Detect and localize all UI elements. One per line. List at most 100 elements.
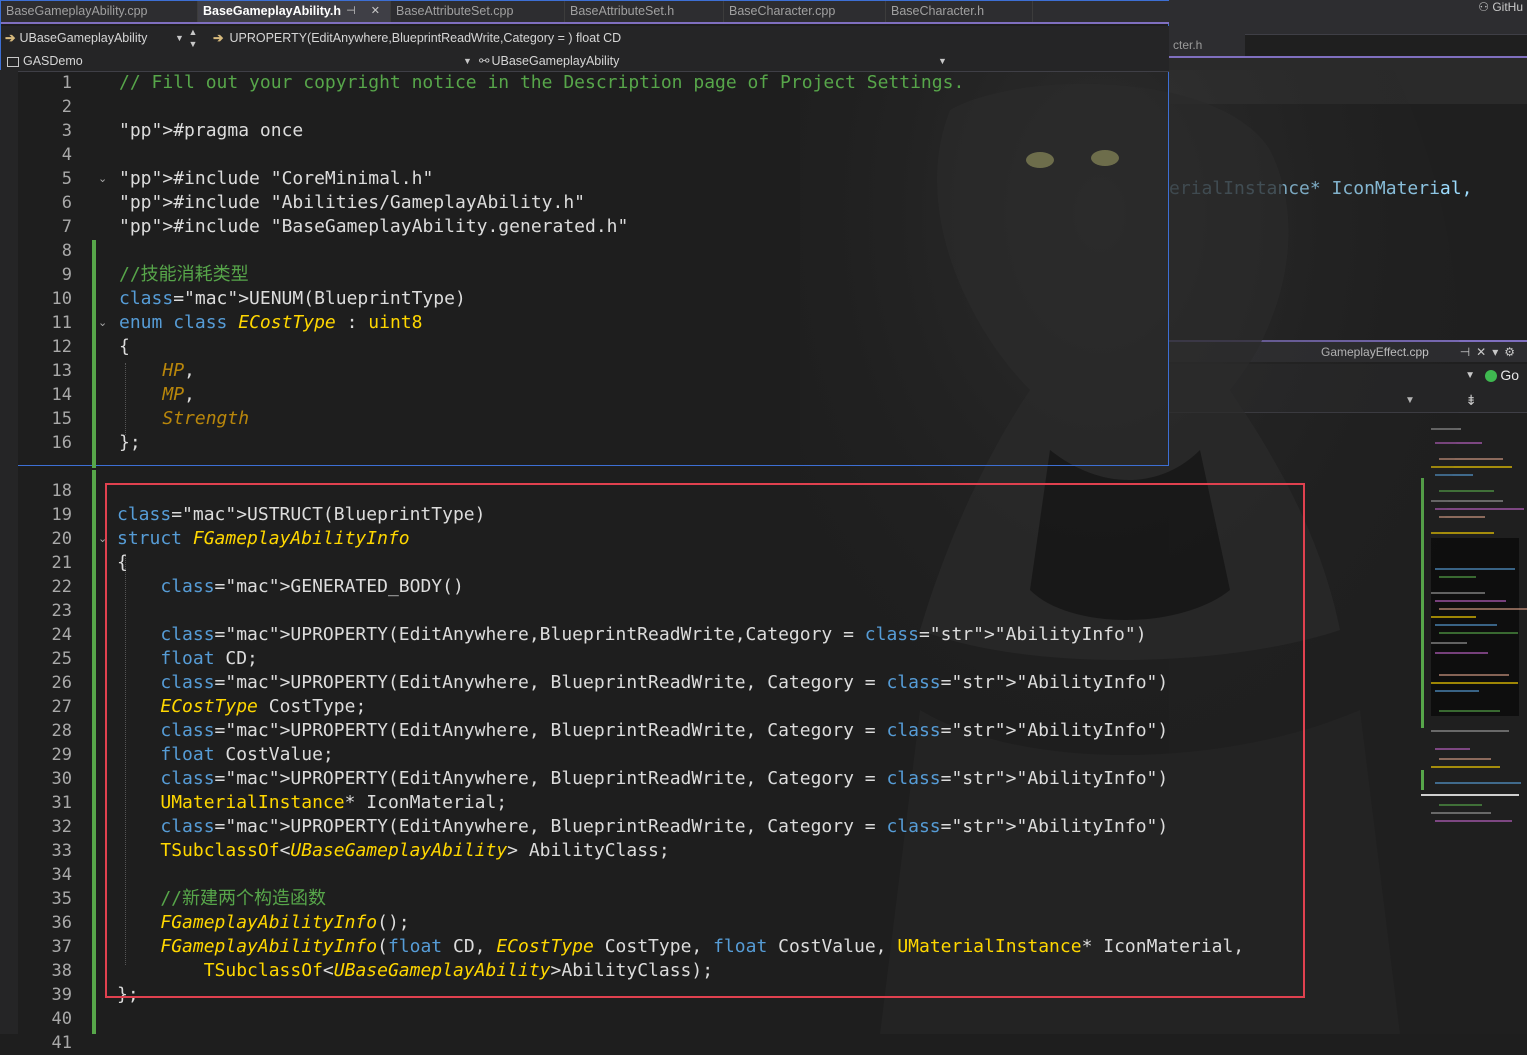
code-line[interactable]: 8 — [0, 239, 1527, 263]
code-line[interactable]: 10 class="mac">UENUM(BlueprintType) — [0, 287, 1527, 311]
code-line[interactable]: 7 "pp">#include "BaseGameplayAbility.gene… — [0, 215, 1527, 239]
fold-chevron-icon[interactable]: ⌄ — [98, 167, 107, 191]
code-text: FGameplayAbilityInfo(); — [160, 912, 410, 933]
code-text: struct FGameplayAbilityInfo — [117, 528, 410, 549]
tab-basegameplayability-cpp[interactable]: BaseGameplayAbility.cpp — [1, 1, 198, 22]
fold-chevron-icon[interactable]: ⌄ — [98, 311, 107, 335]
line-number: 8 — [61, 241, 72, 261]
code-line[interactable]: 5 ⌄ "pp">#include "CoreMinimal.h" — [0, 167, 1527, 191]
line-number: 41 — [51, 1033, 72, 1053]
code-line[interactable]: 3 "pp">#pragma once — [0, 119, 1527, 143]
code-line[interactable]: 21 { — [0, 551, 1527, 575]
tab-label: BaseAttributeSet.cpp — [396, 4, 514, 18]
code-text: class="mac">UPROPERTY(EditAnywhere,Bluep… — [160, 624, 1147, 645]
code-line[interactable]: 32 class="mac">UPROPERTY(EditAnywhere, B… — [0, 815, 1527, 839]
code-line[interactable]: 29 float CostValue; — [0, 743, 1527, 767]
code-line[interactable]: 4 — [0, 143, 1527, 167]
code-line[interactable]: 25 float CD; — [0, 647, 1527, 671]
project-selector[interactable]: GASDemo — [7, 51, 83, 71]
tab-baseattributeset-h[interactable]: BaseAttributeSet.h — [565, 1, 724, 22]
code-line[interactable]: 31 UMaterialInstance* IconMaterial; — [0, 791, 1527, 815]
code-line[interactable]: 36 FGameplayAbilityInfo(); — [0, 911, 1527, 935]
line-number: 28 — [51, 721, 72, 741]
code-text: //新建两个构造函数 — [117, 888, 327, 909]
code-line[interactable]: 24 class="mac">UPROPERTY(EditAnywhere,Bl… — [0, 623, 1527, 647]
line-number: 14 — [51, 385, 72, 405]
tab-bar: BaseGameplayAbility.cpp BaseGameplayAbil… — [1, 1, 1169, 24]
line-number: 9 — [61, 265, 72, 285]
member-selector[interactable]: ➔ UPROPERTY(EditAnywhere,BlueprintReadWri… — [213, 26, 621, 51]
code-line[interactable]: 34 — [0, 863, 1527, 887]
code-line[interactable]: 15 Strength — [0, 407, 1527, 431]
line-number: 30 — [51, 769, 72, 789]
code-line[interactable]: 6 "pp">#include "Abilities/GameplayAbilit… — [0, 191, 1527, 215]
code-text: UMaterialInstance* IconMaterial; — [160, 792, 508, 813]
line-number: 19 — [51, 505, 72, 525]
code-text: Strength — [162, 408, 250, 429]
code-line[interactable]: 12 { — [0, 335, 1527, 359]
code-line[interactable]: 16}; — [0, 431, 1527, 455]
code-text: }; — [119, 432, 141, 453]
code-line[interactable]: 38 TSubclassOf<UBaseGameplayAbility>Abil… — [0, 959, 1527, 983]
class-selector[interactable]: ➔ UBaseGameplayAbility — [1, 26, 186, 51]
tab-baseattributeset-cpp[interactable]: BaseAttributeSet.cpp — [391, 1, 565, 22]
tab-basecharacter-h[interactable]: BaseCharacter.h — [886, 1, 1033, 22]
code-line[interactable]: 2 — [0, 95, 1527, 119]
code-line[interactable]: 30 class="mac">UPROPERTY(EditAnywhere, B… — [0, 767, 1527, 791]
code-line[interactable]: 9 //技能消耗类型 — [0, 263, 1527, 287]
code-line[interactable]: 1 // Fill out your copyright notice in th… — [0, 71, 1527, 95]
code-line[interactable]: 41 — [0, 1031, 1527, 1055]
chevron-down-icon[interactable]: ▼ — [175, 26, 184, 51]
chevron-down-icon[interactable]: ▼ — [938, 51, 947, 71]
code-line[interactable]: 11 ⌄ enum class ECostType : uint8 — [0, 311, 1527, 335]
scope-selector[interactable]: ⚯ UBaseGameplayAbility — [479, 51, 619, 71]
line-number: 18 — [51, 481, 72, 501]
tab-label: BaseCharacter.cpp — [729, 4, 836, 18]
github-button[interactable]: ⚇ GitHu — [1478, 0, 1523, 14]
line-number: 34 — [51, 865, 72, 885]
code-text: TSubclassOf<UBaseGameplayAbility> Abilit… — [160, 840, 670, 861]
tab-basecharacter-cpp[interactable]: BaseCharacter.cpp — [724, 1, 886, 22]
code-text: //技能消耗类型 — [119, 264, 249, 285]
spinner-icon[interactable]: ▲ ▼ — [187, 26, 199, 50]
line-number: 11 — [51, 313, 72, 333]
code-text: enum class ECostType : uint8 — [119, 312, 423, 333]
code-line[interactable]: 22 class="mac">GENERATED_BODY() — [0, 575, 1527, 599]
line-number: 24 — [51, 625, 72, 645]
code-line[interactable]: 28 class="mac">UPROPERTY(EditAnywhere, B… — [0, 719, 1527, 743]
code-line[interactable]: 39}; — [0, 983, 1527, 1007]
code-editor[interactable]: 1 // Fill out your copyright notice in th… — [0, 71, 1527, 1053]
code-text: MP, — [162, 384, 195, 405]
code-line[interactable]: 37 FGameplayAbilityInfo(float CD, ECostT… — [0, 935, 1527, 959]
scope-label: UBaseGameplayAbility — [491, 54, 620, 68]
code-line[interactable]: 18 — [0, 479, 1527, 503]
code-text: ECostType CostType; — [160, 696, 367, 717]
arrow-icon: ➔ — [5, 31, 16, 45]
code-text: float CD; — [160, 648, 258, 669]
code-line[interactable]: 35 //新建两个构造函数 — [0, 887, 1527, 911]
code-line[interactable]: 20 ⌄ struct FGameplayAbilityInfo — [0, 527, 1527, 551]
code-line[interactable]: 40 — [0, 1007, 1527, 1031]
arrow-icon: ➔ — [213, 31, 224, 45]
code-line[interactable]: 13 HP, — [0, 359, 1527, 383]
chevron-down-icon[interactable]: ▼ — [463, 51, 472, 71]
code-line[interactable]: 27 ECostType CostType; — [0, 695, 1527, 719]
line-number: 3 — [61, 121, 72, 141]
code-line[interactable]: 19 class="mac">USTRUCT(BlueprintType) — [0, 503, 1527, 527]
code-line[interactable]: 14 MP, — [0, 383, 1527, 407]
code-line[interactable]: 26 class="mac">UPROPERTY(EditAnywhere, B… — [0, 671, 1527, 695]
tab-basegameplayability-h[interactable]: BaseGameplayAbility.h ⊣ ✕ — [198, 1, 391, 22]
line-number: 38 — [51, 961, 72, 981]
pin-close-icons[interactable]: ⊣ ✕ — [346, 1, 386, 22]
code-text: FGameplayAbilityInfo(float CD, ECostType… — [160, 936, 1245, 957]
line-number: 22 — [51, 577, 72, 597]
code-line[interactable]: 23 — [0, 599, 1527, 623]
line-number: 31 — [51, 793, 72, 813]
code-line[interactable]: 33 TSubclassOf<UBaseGameplayAbility> Abi… — [0, 839, 1527, 863]
scope-bar: GASDemo ▼ ⚯ UBaseGameplayAbility ▼ — [1, 51, 1169, 72]
project-icon — [7, 56, 19, 67]
fold-chevron-icon[interactable]: ⌄ — [98, 527, 107, 551]
code-text: class="mac">UPROPERTY(EditAnywhere, Blue… — [160, 768, 1169, 789]
line-number: 23 — [51, 601, 72, 621]
background-tab[interactable]: cter.h — [1169, 34, 1245, 56]
